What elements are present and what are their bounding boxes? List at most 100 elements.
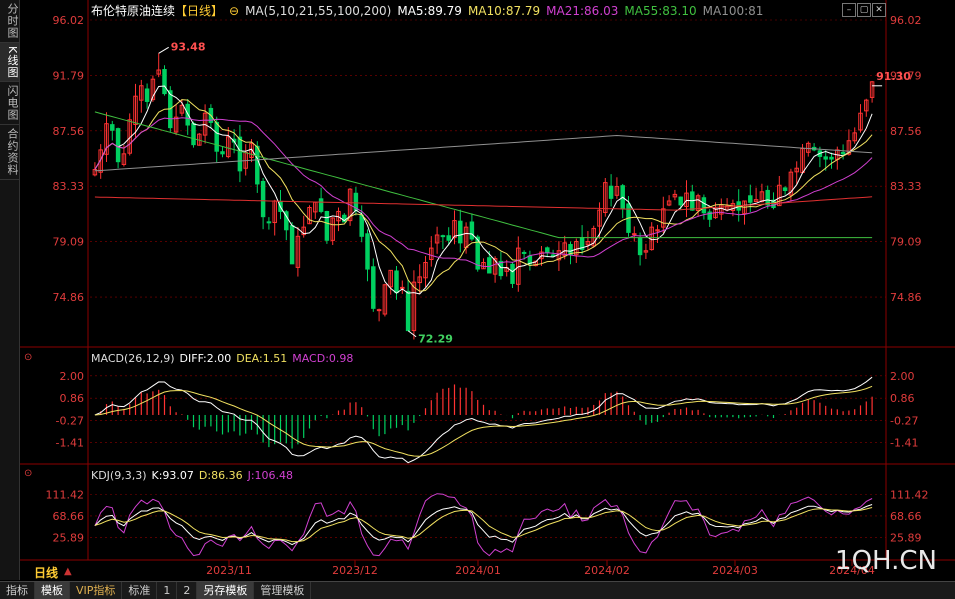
price-tick-left: 96.02 [53, 14, 85, 27]
candle-body [376, 309, 382, 312]
price-tick-right: 74.86 [890, 291, 922, 304]
candle-body [840, 151, 846, 155]
candle-body [701, 197, 707, 214]
ma21-line [94, 117, 873, 268]
candle-body [144, 88, 150, 102]
date-label: 2023/12 [332, 564, 378, 577]
kdj-tick-right: 68.66 [890, 510, 922, 523]
kdj-tick-left: 25.89 [53, 531, 85, 544]
candle-body [782, 187, 788, 191]
price-tick-right: 83.33 [890, 180, 922, 193]
tab-manage-template[interactable]: 管理模板 [254, 582, 312, 599]
macd-label: MACD(26,12,9) [91, 352, 175, 365]
macd-diff: DIFF:2.00 [179, 352, 232, 365]
minimize-icon[interactable]: – [842, 3, 856, 17]
macd-tick-right: 2.00 [890, 370, 915, 383]
candle-body [220, 151, 225, 155]
kdj-legend: KDJ(9,3,3) K:93.07 D:86.36 J:106.48 [91, 469, 298, 482]
candle-body [400, 286, 405, 289]
ma21-value: MA21:86.03 [546, 4, 619, 18]
candle-body [191, 122, 196, 146]
candle-body [440, 235, 446, 238]
candle-body [521, 251, 527, 254]
kdj-k: K:93.07 [151, 469, 194, 482]
price-tick-right: 79.09 [890, 236, 922, 249]
candle-body [237, 136, 243, 172]
candle-body [365, 233, 370, 270]
price-tick-left: 83.33 [53, 180, 85, 193]
watermark: 1QH.CN [835, 546, 937, 576]
candle-body [632, 233, 637, 236]
candle-body [266, 221, 272, 224]
tab-standard[interactable]: 标准 [122, 582, 158, 599]
ma-params: MA(5,10,21,55,100,200) [245, 4, 392, 18]
period-selector[interactable]: 日线 [34, 564, 58, 581]
kdj-label: KDJ(9,3,3) [91, 469, 147, 482]
candle-body [637, 237, 643, 256]
kdj-settings-icon[interactable]: ⊙ [24, 468, 32, 479]
price-tick-left: 87.56 [53, 125, 85, 138]
period-dropdown-icon[interactable]: ▲ [64, 566, 72, 577]
tab-indicator[interactable]: 指标 [0, 582, 35, 599]
candle-body [545, 247, 550, 253]
macd-legend: MACD(26,12,9) DIFF:2.00 DEA:1.51 MACD:0.98 [91, 352, 358, 365]
candle-body [371, 266, 376, 309]
candle-body [469, 221, 475, 240]
kdj-tick-right: 25.89 [890, 531, 922, 544]
tab-timeshare[interactable]: 分时图 [0, 0, 19, 43]
low-marker [407, 330, 417, 338]
candle-body [446, 235, 451, 241]
macd-tick-left: -0.27 [56, 414, 84, 427]
tab-flash-chart[interactable]: 闪电图 [0, 82, 19, 126]
tab-template[interactable]: 模板 [35, 582, 70, 599]
date-label: 2024/02 [584, 564, 630, 577]
macd-tick-right: -1.41 [890, 437, 918, 450]
close-icon[interactable]: ✕ [872, 3, 886, 17]
period-label-title: 【日线】 [175, 4, 224, 18]
candle-body [765, 189, 770, 206]
high-label: 93.48 [171, 40, 206, 53]
candle-body [405, 290, 411, 332]
kdj-k-line [94, 504, 873, 546]
candle-body [458, 220, 463, 244]
instrument-name: 布伦特原油连续 [91, 4, 176, 18]
macd-value: MACD:0.98 [292, 352, 354, 365]
tab-contract-info[interactable]: 合约资料 [0, 125, 19, 181]
tab-vip-indicator[interactable]: VIP指标 [70, 582, 123, 599]
candle-body [678, 196, 683, 206]
kdj-j: J:106.48 [247, 469, 294, 482]
tab-2[interactable]: 2 [177, 582, 198, 599]
candle-body [214, 121, 219, 152]
last-price-label: 91.30 [876, 70, 911, 83]
candle-body [550, 254, 556, 257]
candle-body [110, 124, 115, 131]
kdj-j-line [94, 493, 873, 557]
candle-body [829, 156, 834, 160]
kdj-tick-left: 68.66 [53, 510, 85, 523]
settings-icon[interactable]: ⊖ [229, 4, 239, 18]
price-tick-right: 87.56 [890, 125, 922, 138]
price-tick-right: 96.02 [890, 14, 922, 27]
candle-body [359, 214, 364, 237]
candle-body [318, 198, 324, 212]
maximize-icon[interactable]: ▢ [857, 3, 871, 17]
tab-1[interactable]: 1 [157, 582, 178, 599]
bottom-tab-bar: 指标 模板 VIP指标 标准 1 2 另存模板 管理模板 [0, 581, 955, 599]
macd-settings-icon[interactable]: ⊙ [24, 352, 32, 363]
tab-kline[interactable]: K线图 [0, 43, 19, 83]
chart-canvas[interactable]: 96.02 96.0291.79 91.7987.56 87.5683.33 83.33… [20, 0, 955, 580]
candle-body [487, 257, 492, 274]
ma100-value: MA100:81 [702, 4, 764, 18]
high-marker [158, 46, 169, 54]
candle-body [394, 270, 399, 294]
left-tab-bar: 分时图 K线图 闪电图 合约资料 [0, 0, 20, 580]
candle-body [162, 69, 167, 95]
macd-tick-right: 0.86 [890, 392, 915, 405]
macd-tick-left: -1.41 [56, 437, 84, 450]
tab-save-template[interactable]: 另存模板 [197, 582, 255, 599]
candle-body [608, 185, 614, 199]
macd-tick-right: -0.27 [890, 414, 918, 427]
low-label: 72.29 [418, 333, 453, 346]
price-tick-left: 79.09 [53, 236, 85, 249]
candle-body [510, 263, 515, 284]
